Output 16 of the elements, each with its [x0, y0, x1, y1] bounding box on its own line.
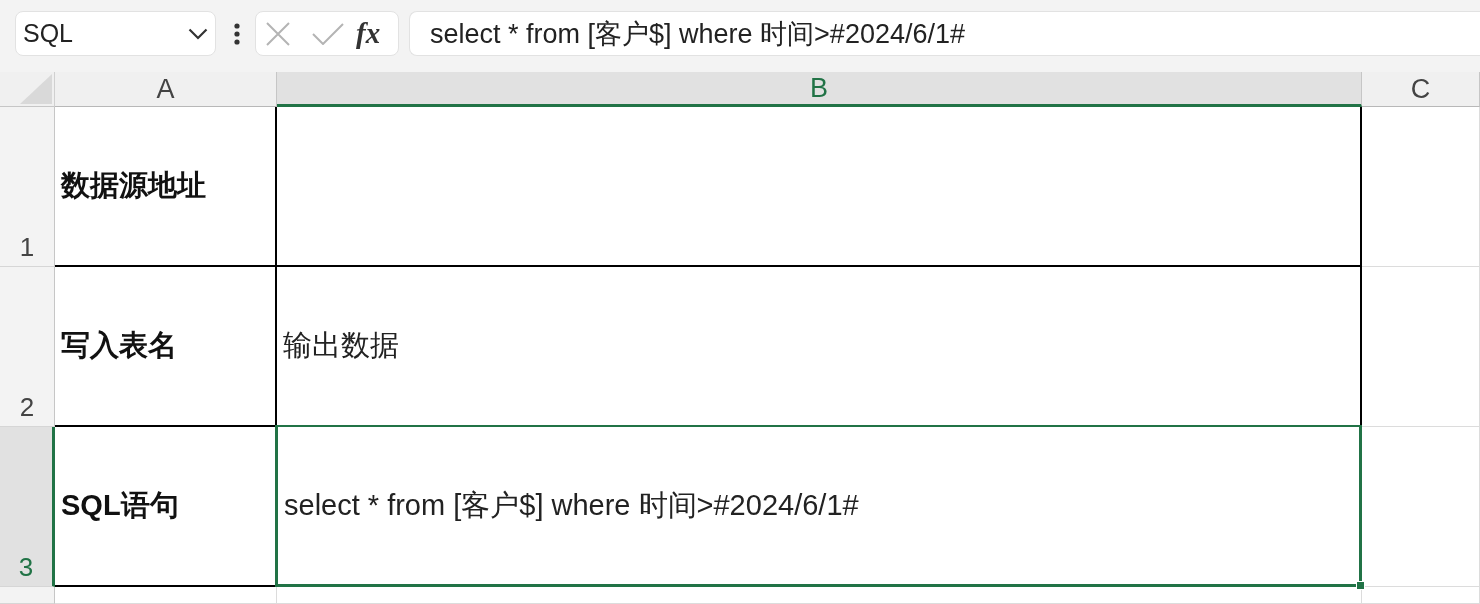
spreadsheet-cell[interactable]: select * from [客户$] where 时间>#2024/6/1# [275, 425, 1362, 587]
column-header[interactable]: A [55, 72, 277, 107]
column-header[interactable]: B [277, 72, 1362, 107]
row-header[interactable]: 3 [0, 427, 55, 587]
column-header[interactable]: C [1362, 72, 1480, 107]
row-header[interactable]: 2 [0, 267, 55, 427]
spreadsheet-cell[interactable]: 写入表名 [55, 267, 277, 427]
spreadsheet-cell[interactable]: 数据源地址 [55, 107, 277, 267]
name-box[interactable]: SQL [15, 11, 216, 56]
fill-handle[interactable] [1356, 581, 1365, 590]
row-header[interactable]: 1 [0, 107, 55, 267]
chevron-down-icon[interactable] [188, 27, 208, 40]
vertical-ellipsis-icon[interactable] [234, 23, 240, 45]
spreadsheet-cell[interactable] [277, 107, 1362, 267]
row-header[interactable] [0, 587, 55, 604]
formula-bar[interactable]: select * from [客户$] where 时间>#2024/6/1# [409, 11, 1480, 56]
